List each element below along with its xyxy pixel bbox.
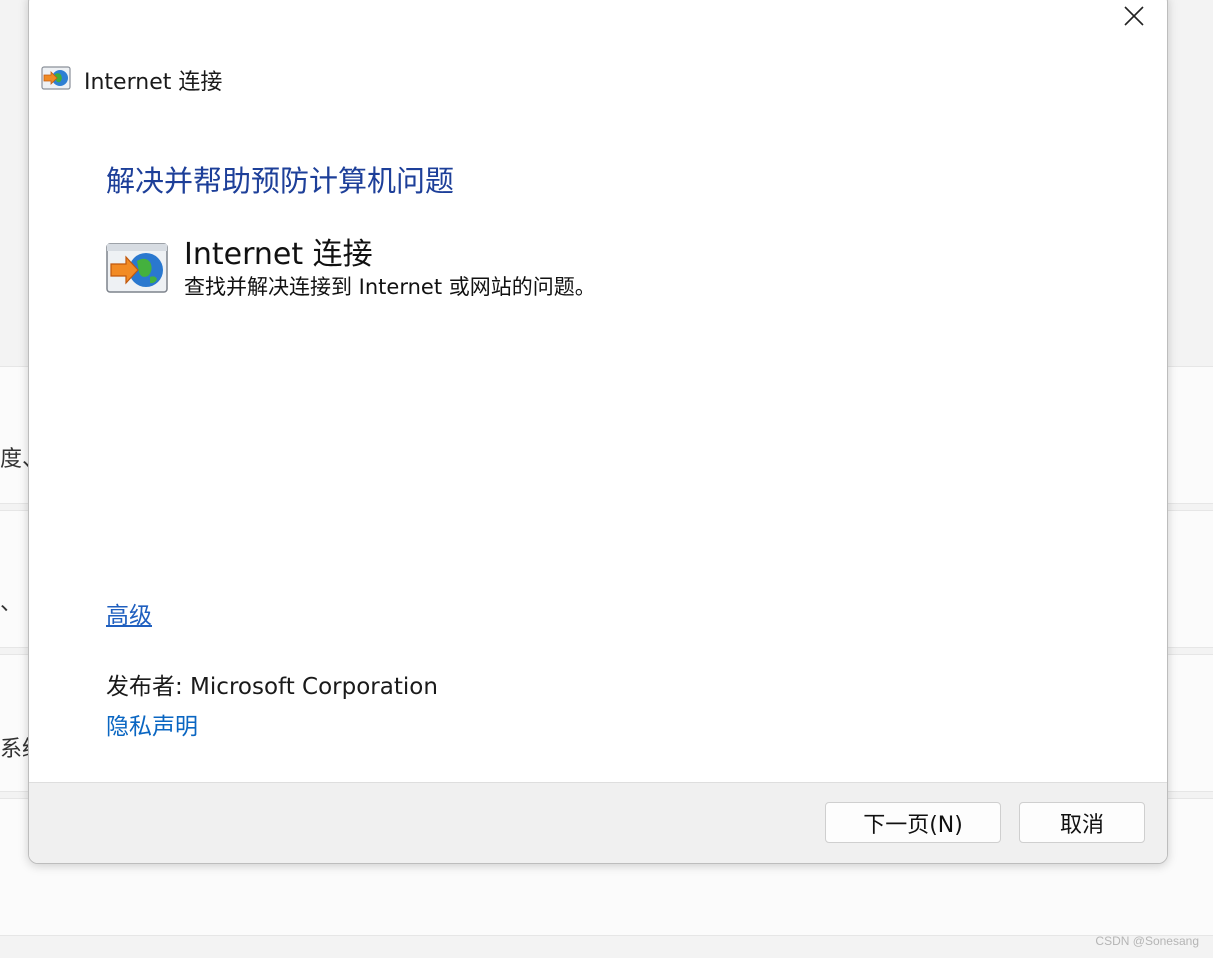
troubleshooter-dialog: Internet 连接 解决并帮助预防计算机问题 Internet 连接 查找并… bbox=[28, 0, 1168, 864]
watermark: CSDN @Sonesang bbox=[1095, 934, 1199, 948]
close-button[interactable] bbox=[1119, 1, 1149, 31]
dialog-title: Internet 连接 bbox=[84, 70, 223, 95]
task-description: 查找并解决连接到 Internet 或网站的问题。 bbox=[184, 275, 596, 299]
internet-connection-icon bbox=[106, 243, 168, 293]
cancel-button[interactable]: 取消 bbox=[1019, 802, 1145, 843]
internet-connection-icon bbox=[41, 66, 71, 90]
advanced-link[interactable]: 高级 bbox=[106, 596, 152, 630]
page-heading: 解决并帮助预防计算机问题 bbox=[106, 164, 455, 198]
privacy-statement-link[interactable]: 隐私声明 bbox=[106, 707, 198, 741]
close-icon bbox=[1124, 6, 1144, 26]
publisher-label: 发布者: Microsoft Corporation bbox=[106, 674, 438, 700]
dialog-footer: 下一页(N) 取消 bbox=[29, 782, 1167, 863]
task-title[interactable]: Internet 连接 bbox=[184, 229, 373, 273]
next-button[interactable]: 下一页(N) bbox=[825, 802, 1001, 843]
